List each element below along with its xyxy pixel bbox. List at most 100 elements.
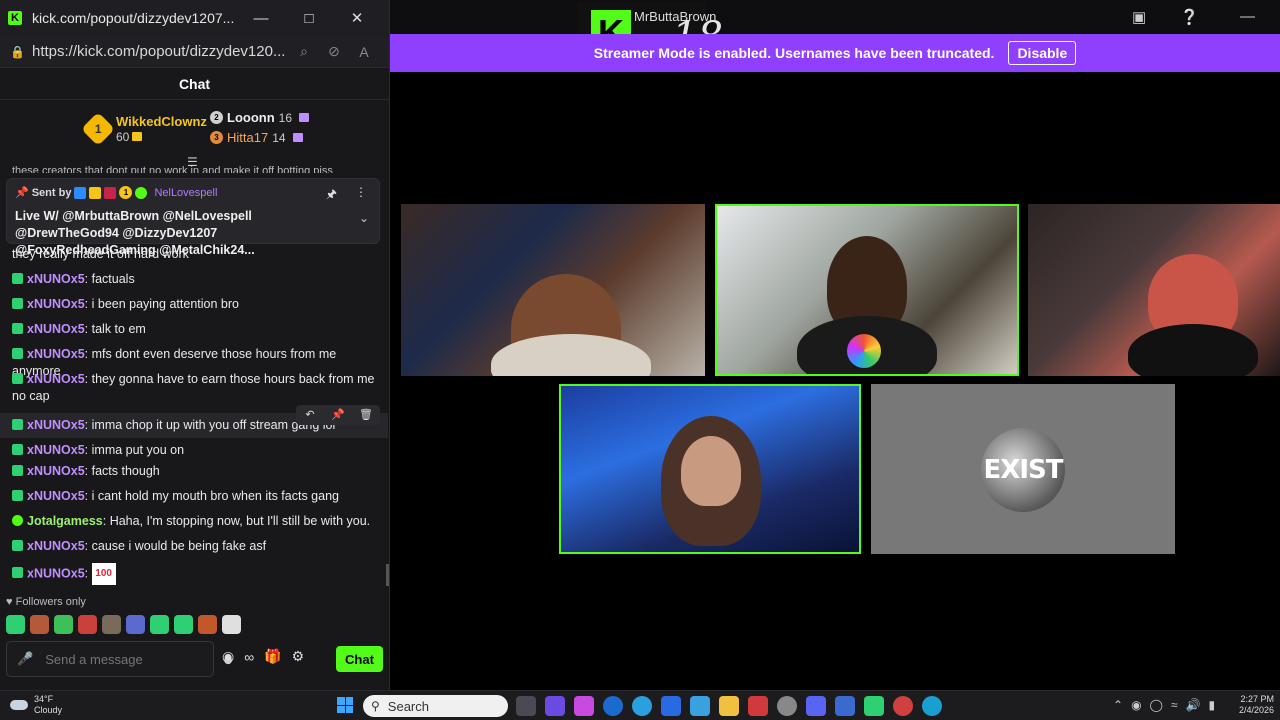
tracking-off-icon[interactable]: ⊘ bbox=[319, 43, 349, 60]
gift-icon bbox=[299, 113, 310, 122]
mic-off-icon[interactable]: ◯ bbox=[1150, 698, 1163, 712]
streamer-name[interactable]: MrButtaBrown bbox=[634, 9, 716, 24]
moderator-badge-icon bbox=[104, 186, 117, 199]
close-button[interactable]: ✕ bbox=[333, 9, 381, 27]
emote-icon[interactable] bbox=[150, 615, 169, 634]
subscriber-badge-icon bbox=[12, 323, 23, 334]
hp-icon[interactable] bbox=[603, 696, 623, 716]
pinned-message[interactable]: 📌 Sent by 1 NelLovespell 🖈 ⋮ Live W/ @Mr… bbox=[6, 178, 380, 257]
more-options-icon[interactable]: ⋮ bbox=[355, 185, 367, 199]
leaderboard-third[interactable]: 3 Hitta17 14 bbox=[210, 130, 303, 145]
chat-message-hovered[interactable]: xNUNOx5: imma chop it up with you off st… bbox=[0, 405, 388, 438]
message-username[interactable]: xNUNOx5 bbox=[27, 297, 85, 311]
notification-app-icon[interactable] bbox=[748, 696, 768, 716]
battery-icon[interactable]: ▮ bbox=[1209, 698, 1216, 712]
cast-icon[interactable]: ▣ bbox=[1132, 8, 1146, 26]
chat-header: Chat bbox=[0, 68, 389, 100]
gear-icon[interactable]: ⚙ bbox=[292, 648, 305, 665]
disable-streamer-mode-button[interactable]: Disable bbox=[1008, 41, 1077, 65]
microphone-icon[interactable]: 🎤 bbox=[17, 651, 33, 667]
browser-icon[interactable] bbox=[922, 696, 942, 716]
kick-points-icon[interactable]: ◉ bbox=[222, 648, 234, 665]
read-aloud-icon[interactable]: A bbox=[349, 44, 379, 60]
copilot-icon[interactable] bbox=[545, 696, 565, 716]
message-username[interactable]: xNUNOx5 bbox=[27, 347, 85, 361]
discord-icon[interactable] bbox=[806, 696, 826, 716]
delete-icon[interactable]: 🗑 bbox=[352, 405, 380, 425]
emote-icon[interactable] bbox=[126, 615, 145, 634]
kick-app-icon[interactable] bbox=[864, 696, 884, 716]
edge-icon[interactable] bbox=[632, 696, 652, 716]
gift-store-icon[interactable]: 🎁 bbox=[264, 648, 281, 665]
chevron-down-icon[interactable]: ⌄ bbox=[359, 211, 369, 225]
leaderboard-first[interactable]: 1 WikkedClownz 60 bbox=[81, 112, 207, 146]
send-chat-button[interactable]: Chat bbox=[336, 646, 383, 672]
stream-viewport[interactable]: K 18 MrButtaBrown ▣ ❔ — Streamer Mode is… bbox=[390, 0, 1280, 690]
emote-icon[interactable] bbox=[198, 615, 217, 634]
pinned-author[interactable]: NelLovespell bbox=[154, 187, 217, 199]
emote-icon[interactable] bbox=[78, 615, 97, 634]
zoom-app-icon[interactable] bbox=[661, 696, 681, 716]
message-composer: 🎤 ☻ bbox=[6, 641, 235, 677]
message-username[interactable]: xNUNOx5 bbox=[27, 464, 85, 478]
composer-controls: ◉ ∞ 🎁 ⚙ bbox=[222, 648, 304, 665]
emote-icon[interactable] bbox=[30, 615, 49, 634]
zoom-icon[interactable]: ⌕ bbox=[289, 43, 319, 60]
unpin-icon[interactable]: 🖈 bbox=[326, 185, 337, 206]
message-text: they really made it off hard work bbox=[12, 247, 189, 261]
volume-icon[interactable]: 🔊 bbox=[1186, 698, 1201, 712]
weather-condition: Cloudy bbox=[34, 705, 63, 715]
chat-scrollbar[interactable] bbox=[386, 564, 389, 586]
leaderboard-second-count: 16 bbox=[278, 110, 293, 125]
message-username[interactable]: xNUNOx5 bbox=[27, 443, 85, 457]
chat-message: xNUNOx5: mfs dont even deserve those hou… bbox=[12, 347, 337, 378]
weather-widget[interactable]: 34°F Cloudy bbox=[10, 694, 62, 716]
message-username[interactable]: Jotalgamess bbox=[27, 514, 103, 528]
infinity-icon[interactable]: ∞ bbox=[244, 649, 254, 665]
app-icon[interactable] bbox=[835, 696, 855, 716]
emote-icon[interactable] bbox=[174, 615, 193, 634]
wifi-icon[interactable]: ≈ bbox=[1171, 698, 1178, 712]
maps-icon[interactable] bbox=[893, 696, 913, 716]
task-view-icon[interactable] bbox=[516, 696, 536, 716]
minimize-button[interactable]: — bbox=[237, 10, 285, 27]
message-username[interactable]: xNUNOx5 bbox=[27, 418, 85, 432]
message-text: i been paying attention bro bbox=[91, 297, 239, 311]
chevron-up-icon[interactable]: ⌃ bbox=[1113, 698, 1123, 712]
system-tray: ⌃ ◉ ◯ ≈ 🔊 ▮ bbox=[1113, 698, 1215, 712]
help-icon[interactable]: ❔ bbox=[1180, 8, 1199, 26]
message-username[interactable]: xNUNOx5 bbox=[27, 372, 85, 386]
message-username[interactable]: xNUNOx5 bbox=[27, 566, 85, 580]
store-icon[interactable] bbox=[690, 696, 710, 716]
verified-badge-icon bbox=[135, 186, 148, 199]
url-text[interactable]: https://kick.com/popout/dizzydev120... bbox=[32, 43, 289, 60]
address-bar[interactable]: 🔒 https://kick.com/popout/dizzydev120...… bbox=[0, 36, 389, 68]
settings-app-icon[interactable] bbox=[777, 696, 797, 716]
emote-icon[interactable] bbox=[54, 615, 73, 634]
hundred-emote-icon: 100 bbox=[91, 563, 116, 585]
message-input[interactable] bbox=[45, 651, 222, 667]
emote-icon[interactable] bbox=[102, 615, 121, 634]
message-username[interactable]: xNUNOx5 bbox=[27, 322, 85, 336]
leaderboard-second-name: Looonn bbox=[227, 110, 275, 125]
taskbar-search[interactable]: ⚲ Search bbox=[363, 695, 508, 717]
windows-start-icon[interactable] bbox=[337, 697, 353, 713]
minimize-stream-icon[interactable]: — bbox=[1240, 8, 1255, 25]
message-text: i cant hold my mouth bro when its facts … bbox=[91, 489, 339, 503]
maximize-button[interactable]: □ bbox=[285, 10, 333, 27]
folder-icon[interactable] bbox=[719, 696, 739, 716]
message-username[interactable]: xNUNOx5 bbox=[27, 272, 85, 286]
emote-icon[interactable] bbox=[6, 615, 25, 634]
window-titlebar: K kick.com/popout/dizzydev1207... — □ ✕ bbox=[0, 0, 389, 36]
emote-icon[interactable] bbox=[222, 615, 241, 634]
chat-message: xNUNOx5: facts though bbox=[0, 463, 388, 488]
lock-icon: 🔒 bbox=[10, 44, 25, 59]
message-username[interactable]: xNUNOx5 bbox=[27, 489, 85, 503]
message-username[interactable]: xNUNOx5 bbox=[27, 539, 85, 553]
leaderboard-second[interactable]: 2 Looonn 16 bbox=[210, 110, 310, 125]
pin-message-icon[interactable]: 📌 bbox=[324, 405, 352, 425]
app-tray-icon[interactable]: ◉ bbox=[1131, 698, 1141, 712]
reply-icon[interactable]: ↶ bbox=[296, 405, 324, 425]
app-icon[interactable] bbox=[574, 696, 594, 716]
taskbar-clock[interactable]: 2:27 PM 2/4/2026 bbox=[1228, 694, 1274, 716]
